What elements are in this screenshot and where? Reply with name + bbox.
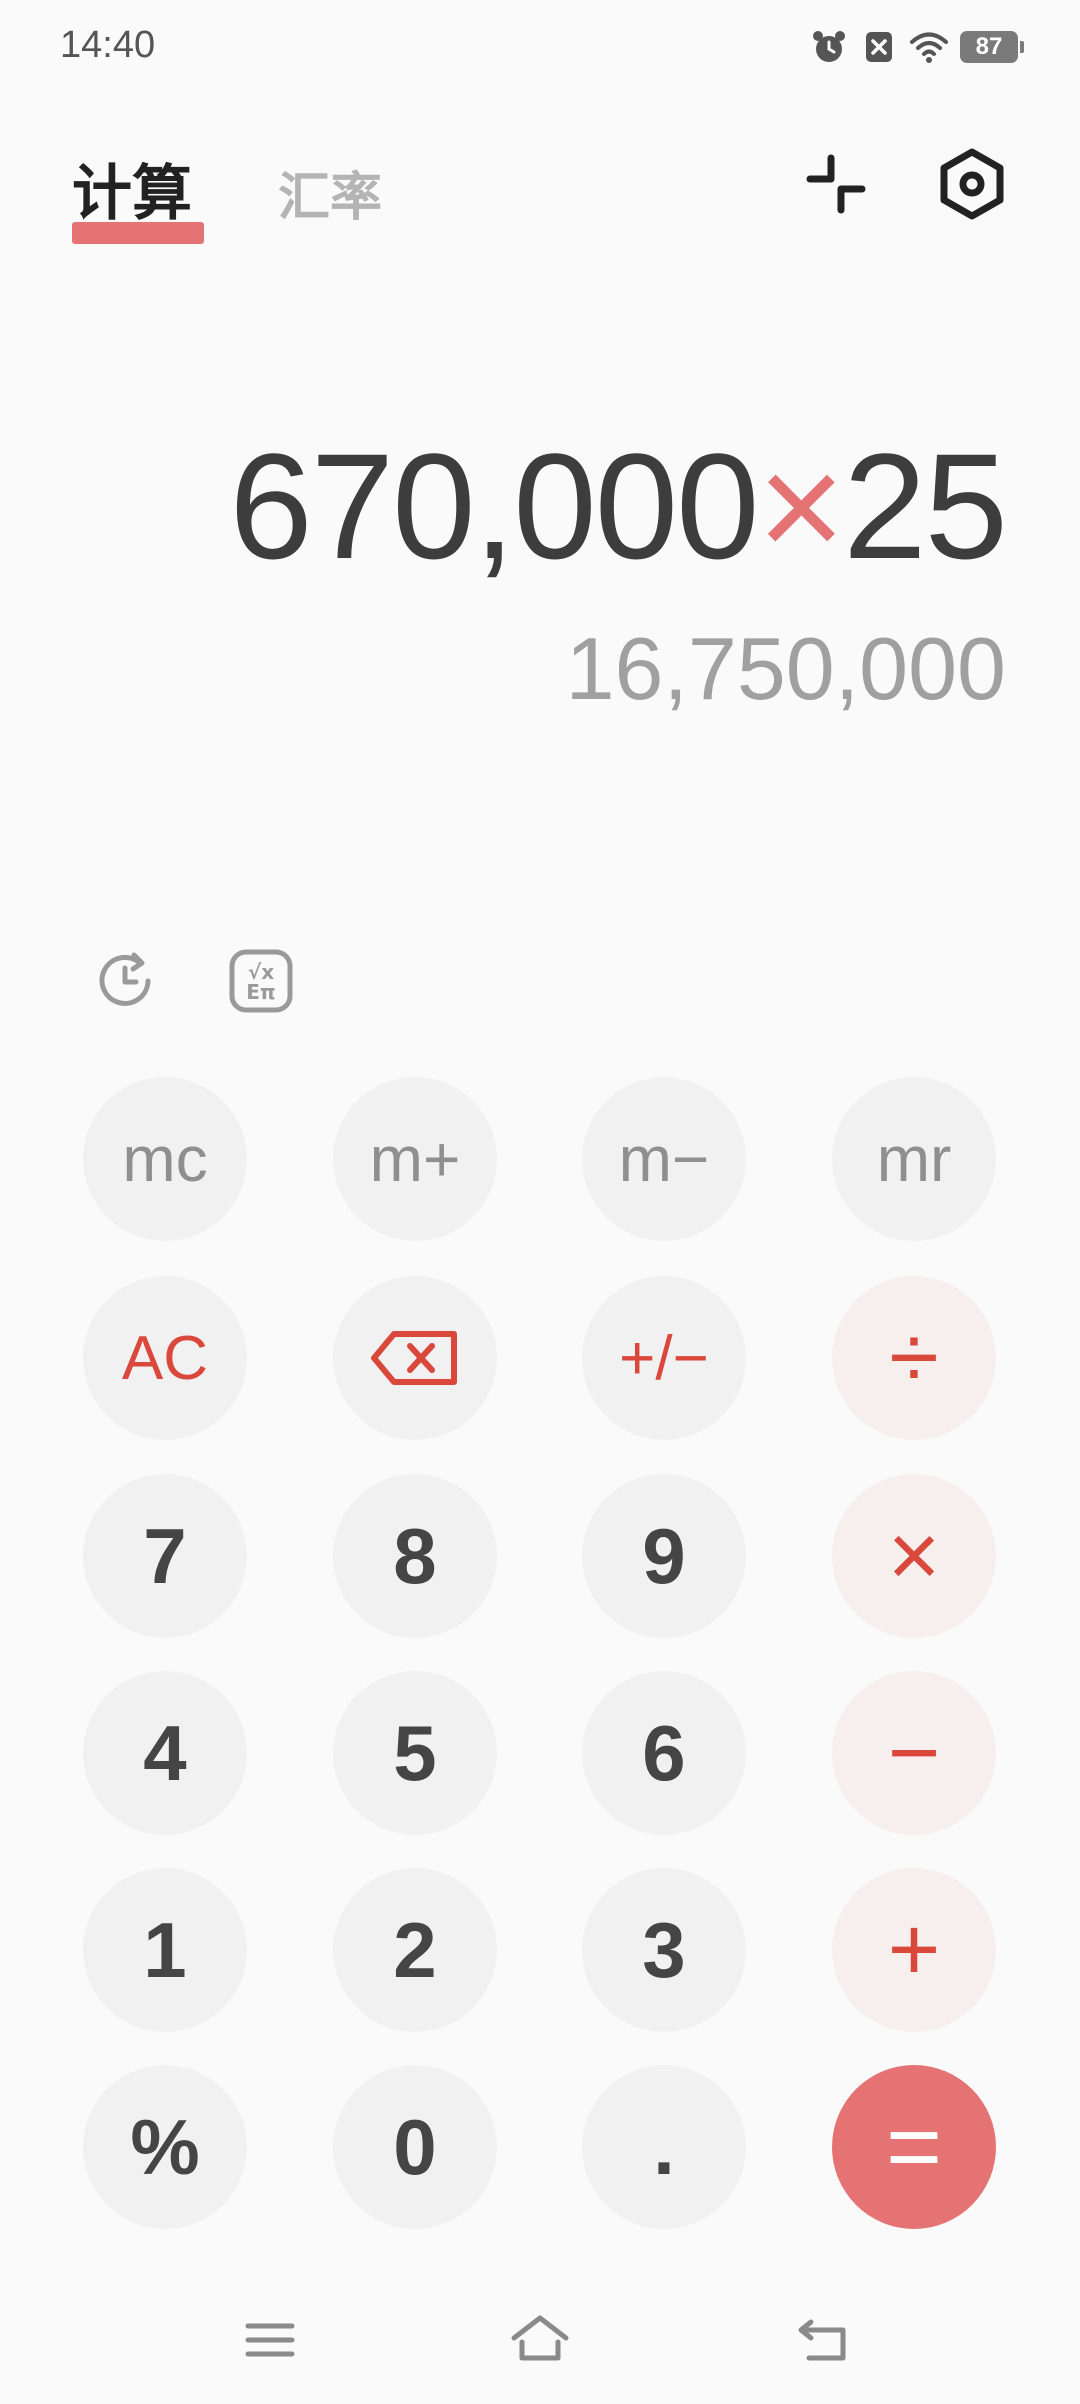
operand-2: 25 (843, 422, 1008, 590)
settings-icon[interactable] (934, 146, 1010, 222)
tab-exchange-rate[interactable]: 汇率 (278, 155, 382, 230)
digit-5-button[interactable]: 5 (333, 1671, 497, 1835)
decimal-point-button[interactable]: . (582, 2065, 746, 2229)
multiply-button[interactable]: × (832, 1474, 996, 1638)
history-icon[interactable] (90, 946, 160, 1016)
menu-nav-icon[interactable] (240, 2310, 300, 2370)
tab-calculate[interactable]: 计算 (72, 145, 192, 232)
notification-icon (866, 32, 892, 62)
collapse-icon[interactable] (798, 146, 874, 222)
digit-0-button[interactable]: 0 (333, 2065, 497, 2229)
plus-button[interactable]: + (832, 1868, 996, 2032)
expression-display: 670,000×25 (229, 420, 1008, 593)
digit-9-button[interactable]: 9 (582, 1474, 746, 1638)
back-nav-icon[interactable] (795, 2310, 855, 2370)
status-time: 14:40 (60, 24, 156, 66)
sign-toggle-button[interactable]: +/− (582, 1276, 746, 1440)
result-display: 16,750,000 (565, 619, 1006, 718)
digit-1-button[interactable]: 1 (83, 1868, 247, 2032)
alarm-icon (813, 31, 845, 62)
digit-7-button[interactable]: 7 (83, 1474, 247, 1638)
clear-button[interactable]: AC (83, 1276, 247, 1440)
mr-button[interactable]: mr (832, 1077, 996, 1241)
equals-button[interactable]: = (832, 2065, 996, 2229)
divide-button[interactable]: ÷ (832, 1276, 996, 1440)
backspace-icon (371, 1331, 457, 1385)
battery-icon: 87 (960, 31, 1024, 63)
svg-text:Eπ: Eπ (246, 980, 275, 1004)
operand-1: 670,000 (229, 422, 759, 590)
home-nav-icon[interactable] (510, 2310, 570, 2370)
digit-6-button[interactable]: 6 (582, 1671, 746, 1835)
digit-2-button[interactable]: 2 (333, 1868, 497, 2032)
status-icons: 87 (810, 28, 1024, 66)
status-bar: 14:40 87 (0, 0, 1080, 96)
digit-8-button[interactable]: 8 (333, 1474, 497, 1638)
minus-button[interactable]: − (832, 1671, 996, 1835)
m-plus-button[interactable]: m+ (333, 1077, 497, 1241)
operator-symbol: × (757, 422, 846, 590)
active-tab-indicator (72, 222, 204, 244)
mc-button[interactable]: mc (83, 1077, 247, 1241)
percent-button[interactable]: % (83, 2065, 247, 2229)
m-minus-button[interactable]: m− (582, 1077, 746, 1241)
digit-3-button[interactable]: 3 (582, 1868, 746, 2032)
scientific-icon[interactable]: √x Eπ (226, 946, 296, 1016)
digit-4-button[interactable]: 4 (83, 1671, 247, 1835)
backspace-button[interactable] (333, 1276, 497, 1440)
wifi-icon (910, 32, 948, 63)
